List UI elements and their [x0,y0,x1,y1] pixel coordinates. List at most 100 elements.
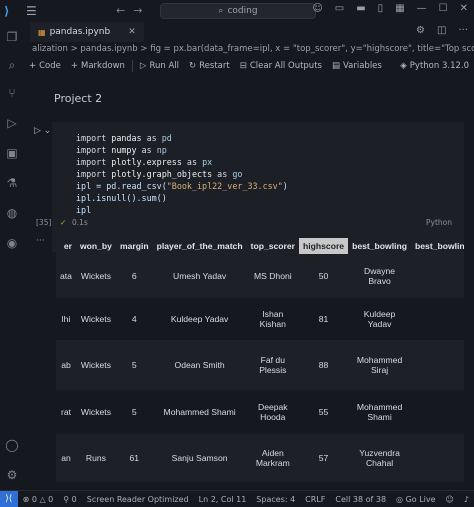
table-cell: 57 [299,434,349,482]
title-bar: ⟩ ☰ ←→ ⌕ coding ☺ ▭ ▬ ▯ ▦ — ☐ ✕ [0,0,474,22]
table-cell: Kuldeep Yadav [152,298,247,340]
layout-icon[interactable]: ▭ [335,3,344,14]
ports-indicator[interactable]: ⚲ 0 [58,495,82,504]
vscode-logo-icon: ⟩ [4,4,10,18]
table-cell: lhi [56,298,76,340]
breadcrumb[interactable]: alization > pandas.ipynb > fig = px.bar(… [24,42,474,56]
table-cell: 88 [299,340,349,390]
table-cell: Odean Smith [152,340,247,390]
maximize-icon[interactable]: ☐ [439,3,448,14]
table-cell: Umesh Yadav [152,254,247,298]
table-cell: 6 [115,254,153,298]
status-bar-right: Screen Reader Optimized Ln 2, Col 11 Spa… [82,495,474,504]
sidebar-icon[interactable]: ▯ [378,3,384,14]
code-line[interactable]: import numpy as np [76,144,288,156]
explorer-icon[interactable]: ❐ [5,30,19,44]
command-center-search[interactable]: ⌕ coding [160,3,316,19]
extensions-icon[interactable]: ▣ [5,146,19,160]
table-cell: Wickets [75,390,116,434]
account-icon[interactable]: ◯ [5,438,19,452]
testing-icon[interactable]: ⚗ [5,176,19,190]
end-of-line[interactable]: CRLF [300,495,330,504]
table-cell: Deepak Hooda [246,390,300,434]
code-token: pandas [111,133,142,143]
customize-layout-icon[interactable]: ▦ [395,3,404,14]
search-icon[interactable]: ⌕ [5,58,19,72]
screen-reader-mode[interactable]: Screen Reader Optimized [82,495,194,504]
table-cell: Ishan Kishan [246,298,300,340]
variables-button[interactable]: ▤ Variables [327,61,387,71]
code-line[interactable]: ipl.isnull().sum() [76,192,288,204]
table-cell: Wickets [75,298,116,340]
table-cell: Aiden Markram [246,434,300,482]
cell-status-bar: [35] ✓ 0.1s Python [34,218,454,230]
markdown-cell[interactable]: Project 2 [54,92,102,105]
table-cell: Mohammed Shami [152,390,247,434]
forward-arrow-icon[interactable]: → [133,4,150,17]
settings-gear-icon[interactable]: ⚙ [416,25,425,36]
go-live-button[interactable]: ◎ Go Live [391,495,441,504]
output-more-icon[interactable]: ··· [36,236,45,246]
run-debug-icon[interactable]: ▷ [5,116,19,130]
table-cell: 4 [115,298,153,340]
copilot-icon[interactable]: ☺ [312,3,322,14]
column-header: player_of_the_match [152,238,247,254]
menu-icon[interactable]: ☰ [26,4,37,18]
settings-gear-icon[interactable]: ⚙ [5,468,19,482]
cursor-position[interactable]: Ln 2, Col 11 [194,495,252,504]
add-code-button[interactable]: + Code [24,61,66,71]
back-arrow-icon[interactable]: ← [116,4,133,17]
nav-arrows[interactable]: ←→ [116,4,150,17]
kernel-picker[interactable]: ◈ Python 3.12.0 [395,61,474,71]
kernel-icon: ◈ [400,61,407,71]
tab-bar: ▦ pandas.ipynb ✕ ⚙ ◫ ··· [24,22,474,42]
code-line[interactable]: ipl = pd.read_csv("Book_ipl22_ver_33.csv… [76,180,288,192]
execution-count: [35] [36,218,52,227]
dataframe-table: er won_by margin player_of_the_match top… [56,238,464,482]
minimize-icon[interactable]: — [417,3,427,14]
more-actions-icon[interactable]: ··· [458,25,468,36]
cell-indicator[interactable]: Cell 38 of 38 [330,495,391,504]
split-editor-icon[interactable]: ◫ [437,25,446,36]
success-check-icon: ✓ [60,218,67,227]
table-row: ata Wickets 6 Umesh Yadav MS Dhoni 50 Dw… [56,254,464,298]
run-cell-icon[interactable]: ▷ ⌄ [34,126,51,136]
column-header: best_bowling [348,238,412,254]
table-cell: Mohammed Siraj [348,340,412,390]
search-icon: ⌕ [218,6,224,16]
search-text: coding [227,6,258,16]
code-line[interactable]: import plotly.express as px [76,156,288,168]
column-header: top_scorer [246,238,300,254]
code-line[interactable]: ipl [76,204,288,216]
ports-icon: ⚲ [63,494,70,504]
code-line[interactable]: import pandas as pd [76,132,288,144]
indentation[interactable]: Spaces: 4 [251,495,300,504]
copilot-status-icon[interactable]: ☺ [441,495,459,504]
restart-button[interactable]: ↻ Restart [184,61,235,71]
source-control-icon[interactable]: ⑂ [5,86,19,100]
problems-indicator[interactable]: ⊗ 0 △ 0 [18,495,59,504]
cell-language[interactable]: Python [426,218,452,227]
code-cell[interactable]: import pandas as pd import numpy as np i… [52,122,464,252]
close-icon[interactable]: ✕ [460,3,468,14]
close-tab-icon[interactable]: ✕ [128,27,136,37]
code-line[interactable]: import plotly.graph_objects as go [76,168,288,180]
notifications-bell-icon[interactable]: ♪ [459,495,474,504]
table-cell: 61 [115,434,153,482]
table-cell: 5 [115,340,153,390]
table-cell: rat [56,390,76,434]
table-cell: Wickets [75,254,116,298]
run-all-button[interactable]: ▷ Run All [135,61,184,71]
tab-pandas-ipynb[interactable]: ▦ pandas.ipynb ✕ [30,22,144,42]
table-cell: Dwayne Bravo [348,254,412,298]
code-editor[interactable]: import pandas as pd import numpy as np i… [76,132,288,216]
github-icon[interactable]: ◉ [5,236,19,250]
remote-explorer-icon[interactable]: ◍ [5,206,19,220]
tab-actions: ⚙ ◫ ··· [416,25,468,36]
remote-indicator-icon[interactable]: ⟩⟨ [0,490,18,507]
tab-label: pandas.ipynb [49,27,111,37]
panel-icon[interactable]: ▬ [356,3,365,14]
table-cell: Sanju Samson [152,434,247,482]
clear-outputs-button[interactable]: ⊟ Clear All Outputs [235,61,327,71]
add-markdown-button[interactable]: + Markdown [66,61,130,71]
